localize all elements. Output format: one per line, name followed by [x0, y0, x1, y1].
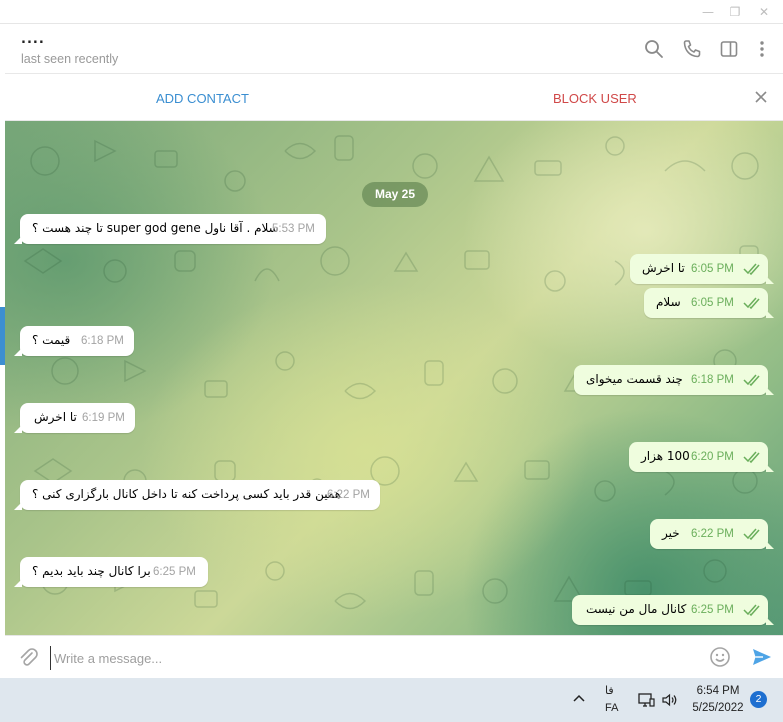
message-text: چند قسمت میخوای: [586, 372, 683, 386]
message-text: تا اخرش: [642, 261, 685, 275]
bubble-tail: [14, 425, 22, 433]
bubble-tail: [766, 617, 774, 625]
search-icon[interactable]: [643, 38, 665, 60]
message-time: 6:25 PM: [153, 566, 196, 578]
notification-badge[interactable]: 2: [750, 691, 767, 708]
restore-button[interactable]: ❐: [727, 4, 743, 20]
send-icon[interactable]: [750, 645, 774, 669]
message-text: 100 هزار: [641, 449, 690, 463]
message-composer: [5, 635, 783, 678]
more-vertical-icon[interactable]: [751, 38, 773, 60]
emoji-icon[interactable]: [708, 645, 732, 669]
message-bubble-outgoing[interactable]: 100 هزار 6:20 PM: [629, 442, 774, 472]
message-text: قیمت ؟: [32, 333, 71, 347]
message-bubble-incoming[interactable]: قیمت ؟ 6:18 PM: [14, 326, 134, 356]
message-text: تا اخرش: [34, 410, 77, 424]
message-text: کانال مال من نیست: [586, 602, 687, 616]
windows-taskbar: فا FA 6:54 PM 5/25/2022 2: [0, 678, 783, 722]
clock-date[interactable]: 5/25/2022: [686, 702, 750, 714]
input-language-native[interactable]: فا: [605, 684, 614, 697]
chevron-up-icon[interactable]: [570, 690, 588, 708]
read-ticks-icon: [743, 604, 760, 617]
window-titlebar: — ❐ ✕: [0, 0, 783, 24]
message-time: 6:19 PM: [82, 412, 125, 424]
bubble-tail: [766, 276, 774, 284]
add-contact-button[interactable]: ADD CONTACT: [156, 91, 249, 106]
bubble-tail: [14, 579, 22, 587]
message-bubble-outgoing[interactable]: کانال مال من نیست 6:25 PM: [572, 595, 774, 625]
bubble-tail: [14, 502, 22, 510]
minimize-button[interactable]: —: [700, 4, 716, 20]
close-icon[interactable]: [751, 87, 771, 107]
message-text: برا کانال چند باید بدیم ؟: [32, 564, 151, 578]
date-separator: May 25: [362, 182, 428, 207]
close-window-button[interactable]: ✕: [756, 4, 772, 20]
bubble-tail: [14, 236, 22, 244]
message-bubble-incoming[interactable]: سلام . آقا ناول super god gene تا چند هس…: [14, 214, 326, 244]
message-text: خیر: [662, 526, 680, 540]
read-ticks-icon: [743, 451, 760, 464]
read-ticks-icon: [743, 374, 760, 387]
message-bubble-outgoing[interactable]: خیر 6:22 PM: [650, 519, 774, 549]
message-bubble-incoming[interactable]: تا اخرش 6:19 PM: [14, 403, 135, 433]
message-time: 6:22 PM: [327, 489, 370, 501]
chat-header: .... last seen recently: [5, 24, 783, 74]
peer-name[interactable]: ....: [21, 32, 45, 47]
message-time: 5:53 PM: [272, 223, 315, 235]
message-bubble-outgoing[interactable]: تا اخرش 6:05 PM: [630, 254, 774, 284]
message-time: 6:22 PM: [691, 528, 734, 540]
block-user-button[interactable]: BLOCK USER: [553, 91, 637, 106]
read-ticks-icon: [743, 263, 760, 276]
bubble-tail: [766, 310, 774, 318]
input-language-code[interactable]: FA: [605, 702, 618, 714]
bubble-tail: [766, 541, 774, 549]
read-ticks-icon: [743, 528, 760, 541]
bubble-tail: [766, 387, 774, 395]
message-time: 6:25 PM: [691, 604, 734, 616]
message-text: سلام . آقا ناول super god gene تا چند هس…: [32, 221, 279, 235]
phone-icon[interactable]: [681, 38, 703, 60]
message-bubble-incoming[interactable]: برا کانال چند باید بدیم ؟ 6:25 PM: [14, 557, 208, 587]
clock-time[interactable]: 6:54 PM: [690, 685, 746, 697]
message-time: 6:18 PM: [691, 374, 734, 386]
peer-status: last seen recently: [21, 52, 119, 66]
message-time: 6:18 PM: [81, 335, 124, 347]
paperclip-icon[interactable]: [17, 646, 39, 668]
message-input[interactable]: [50, 646, 650, 670]
message-time: 6:20 PM: [691, 451, 734, 463]
message-time: 6:05 PM: [691, 263, 734, 275]
message-text: همین قدر باید کسی پرداخت کنه تا داخل کان…: [32, 487, 342, 501]
message-time: 6:05 PM: [691, 297, 734, 309]
chat-messages-area[interactable]: May 25 سلام . آقا ناول super god gene تا…: [5, 121, 783, 635]
network-icon[interactable]: [637, 691, 655, 709]
bubble-tail: [766, 464, 774, 472]
message-text: سلام: [656, 295, 681, 309]
message-bubble-outgoing[interactable]: سلام 6:05 PM: [644, 288, 774, 318]
contact-action-bar: ADD CONTACT BLOCK USER: [5, 75, 783, 121]
volume-icon[interactable]: [660, 691, 678, 709]
sidebar-toggle-icon[interactable]: [718, 38, 740, 60]
message-bubble-incoming[interactable]: همین قدر باید کسی پرداخت کنه تا داخل کان…: [14, 480, 380, 510]
bubble-tail: [14, 348, 22, 356]
message-bubble-outgoing[interactable]: چند قسمت میخوای 6:18 PM: [574, 365, 774, 395]
read-ticks-icon: [743, 297, 760, 310]
